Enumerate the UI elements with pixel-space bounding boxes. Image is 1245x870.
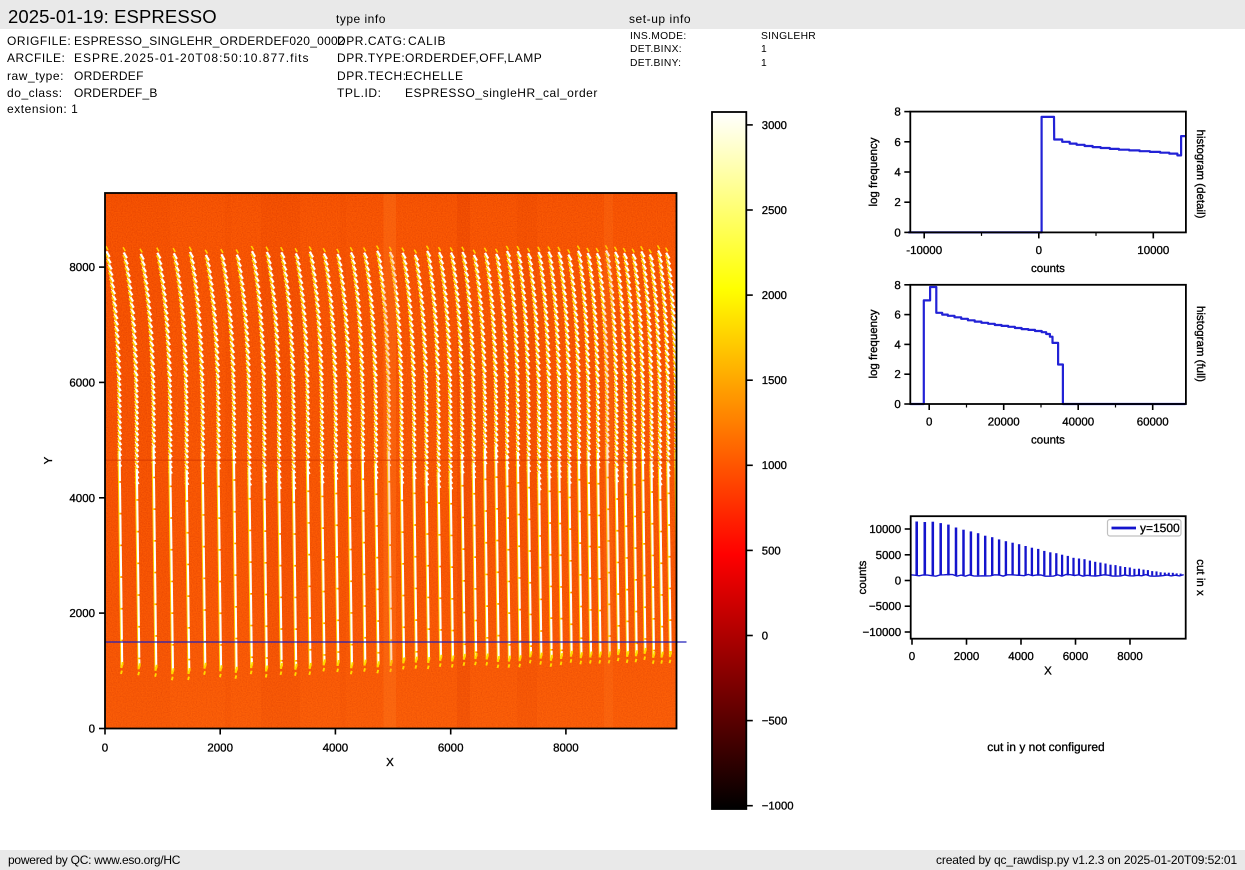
svg-text:6: 6 bbox=[894, 137, 900, 149]
svg-text:log frequency: log frequency bbox=[868, 309, 880, 378]
svg-text:60000: 60000 bbox=[1137, 417, 1169, 429]
svg-text:0: 0 bbox=[894, 399, 900, 411]
svg-text:500: 500 bbox=[762, 545, 781, 557]
svg-text:0: 0 bbox=[926, 417, 932, 429]
svg-text:1500: 1500 bbox=[762, 375, 787, 387]
svg-text:−500: −500 bbox=[762, 716, 787, 728]
svg-text:20000: 20000 bbox=[988, 417, 1020, 429]
svg-text:−10000: −10000 bbox=[862, 627, 901, 639]
svg-text:2000: 2000 bbox=[954, 651, 980, 663]
svg-text:X: X bbox=[386, 757, 394, 769]
svg-text:3000: 3000 bbox=[762, 120, 787, 132]
svg-text:8: 8 bbox=[894, 107, 900, 119]
svg-text:2500: 2500 bbox=[762, 205, 787, 217]
svg-text:8000: 8000 bbox=[553, 743, 579, 755]
svg-text:40000: 40000 bbox=[1062, 417, 1094, 429]
svg-text:2000: 2000 bbox=[762, 290, 787, 302]
svg-text:X: X bbox=[1044, 666, 1052, 678]
svg-text:10000: 10000 bbox=[1137, 245, 1169, 257]
svg-text:0: 0 bbox=[894, 227, 900, 239]
svg-text:6000: 6000 bbox=[69, 377, 95, 389]
svg-text:0: 0 bbox=[102, 743, 108, 755]
svg-text:5000: 5000 bbox=[876, 550, 902, 562]
svg-text:0: 0 bbox=[762, 630, 768, 642]
svg-text:6000: 6000 bbox=[438, 743, 464, 755]
svg-text:4: 4 bbox=[894, 339, 901, 351]
svg-text:Y: Y bbox=[43, 456, 55, 464]
svg-text:4000: 4000 bbox=[1008, 651, 1034, 663]
svg-text:4000: 4000 bbox=[323, 743, 349, 755]
svg-text:histogram (full): histogram (full) bbox=[1194, 306, 1206, 382]
svg-text:2: 2 bbox=[894, 369, 900, 381]
svg-text:10000: 10000 bbox=[869, 524, 901, 536]
svg-text:1000: 1000 bbox=[762, 460, 787, 472]
svg-text:0: 0 bbox=[909, 651, 915, 663]
svg-text:histogram (detail): histogram (detail) bbox=[1194, 130, 1206, 219]
svg-text:2000: 2000 bbox=[207, 743, 233, 755]
svg-text:cut in x: cut in x bbox=[1194, 559, 1206, 596]
svg-text:8000: 8000 bbox=[1117, 651, 1143, 663]
svg-text:4: 4 bbox=[894, 167, 901, 179]
svg-text:counts: counts bbox=[1031, 435, 1065, 447]
svg-text:log frequency: log frequency bbox=[868, 137, 880, 206]
svg-text:y=1500: y=1500 bbox=[1140, 521, 1180, 535]
svg-text:4000: 4000 bbox=[69, 493, 95, 505]
svg-text:8: 8 bbox=[894, 280, 900, 292]
svg-text:2000: 2000 bbox=[69, 608, 95, 620]
svg-text:6: 6 bbox=[894, 310, 900, 322]
svg-text:0: 0 bbox=[895, 576, 901, 588]
svg-text:0: 0 bbox=[89, 724, 95, 736]
svg-text:counts: counts bbox=[1031, 263, 1065, 275]
svg-text:−1000: −1000 bbox=[762, 801, 794, 813]
svg-text:6000: 6000 bbox=[1063, 651, 1089, 663]
svg-text:2: 2 bbox=[894, 197, 900, 209]
svg-text:8000: 8000 bbox=[69, 262, 95, 274]
svg-text:0: 0 bbox=[1036, 245, 1042, 257]
svg-text:-10000: -10000 bbox=[906, 245, 942, 257]
svg-text:−5000: −5000 bbox=[869, 601, 901, 613]
svg-text:counts: counts bbox=[857, 560, 869, 594]
svg-text:cut in y not configured: cut in y not configured bbox=[987, 740, 1104, 754]
